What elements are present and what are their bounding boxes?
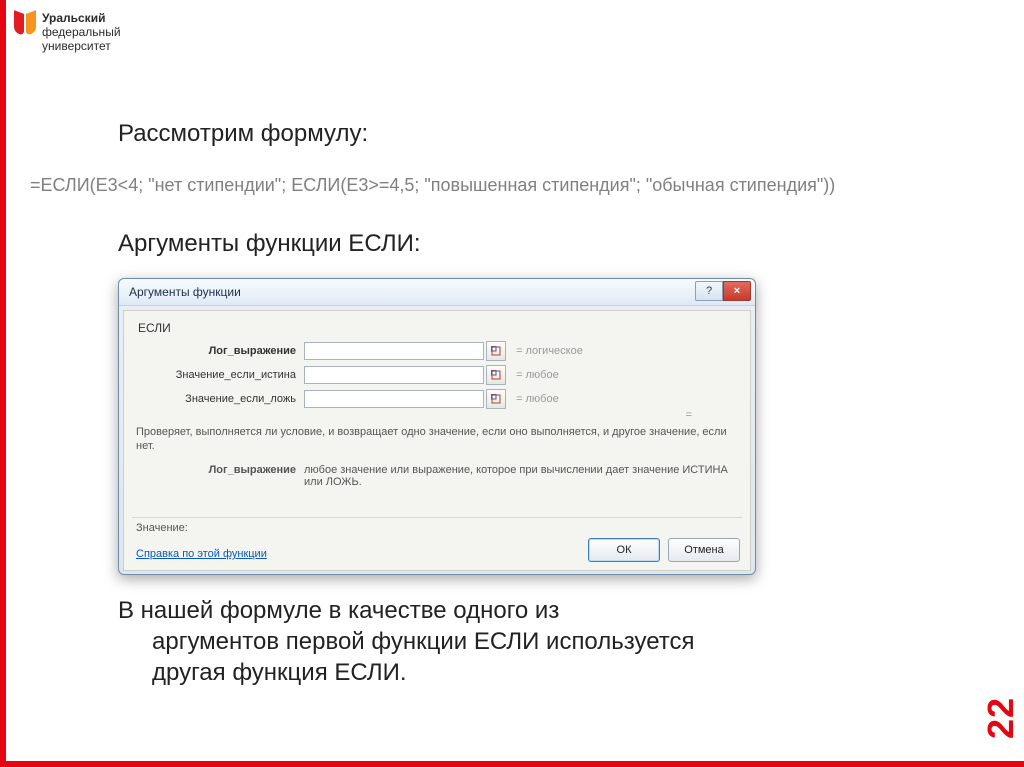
range-selector-icon	[491, 394, 501, 404]
dialog-title: Аргументы функции	[129, 285, 241, 299]
formula-text: =ЕСЛИ(E3<4; "нет стипендии"; ЕСЛИ(E3>=4,…	[30, 175, 1004, 196]
function-help-link[interactable]: Справка по этой функции	[136, 548, 267, 560]
close-button[interactable]: ×	[723, 281, 751, 301]
arg-label-2: Значение_если_ложь	[136, 393, 304, 405]
function-arguments-dialog: Аргументы функции ? × ЕСЛИ Лог_выражение…	[118, 278, 756, 575]
arg-input-1[interactable]	[304, 366, 484, 384]
logo-text: Уральский федеральный университет	[42, 12, 121, 53]
result-eq-marker: =	[686, 409, 692, 421]
logo-line3: университет	[42, 39, 111, 53]
arg-eq-2: = любое	[516, 393, 559, 405]
university-logo: Уральский федеральный университет	[14, 12, 121, 53]
arg-label-0: Лог_выражение	[136, 345, 304, 357]
range-selector-icon	[491, 346, 501, 356]
range-selector-button-1[interactable]	[486, 365, 506, 385]
para-line3: другая функция ЕСЛИ.	[152, 657, 904, 688]
dialog-body: ЕСЛИ Лог_выражение = логическое Значение…	[123, 310, 751, 571]
frame-left	[0, 0, 6, 767]
ok-button[interactable]: ОК	[588, 538, 660, 562]
logo-line1: Уральский	[42, 11, 105, 25]
divider	[132, 517, 742, 518]
help-button[interactable]: ?	[695, 281, 723, 301]
argument-desc-text: любое значение или выражение, которое пр…	[304, 464, 738, 488]
arg-eq-1: = любое	[516, 369, 559, 381]
frame-bottom	[0, 761, 1024, 767]
arg-input-0[interactable]	[304, 342, 484, 360]
result-label: Значение:	[136, 522, 188, 534]
logo-line2: федеральный	[42, 25, 121, 39]
slide-number: 22	[980, 697, 1022, 739]
arg-row-0: Лог_выражение = логическое	[136, 341, 738, 361]
range-selector-button-0[interactable]	[486, 341, 506, 361]
arg-row-2: Значение_если_ложь = любое	[136, 389, 738, 409]
heading-consider-formula: Рассмотрим формулу:	[118, 120, 368, 148]
dialog-titlebar[interactable]: Аргументы функции ? ×	[119, 279, 755, 306]
range-selector-button-2[interactable]	[486, 389, 506, 409]
explanation-paragraph: В нашей формуле в качестве одного из арг…	[118, 595, 904, 689]
arg-label-1: Значение_если_истина	[136, 369, 304, 381]
function-description: Проверяет, выполняется ли условие, и воз…	[136, 425, 738, 454]
logo-mark-icon	[14, 12, 36, 46]
cancel-button[interactable]: Отмена	[668, 538, 740, 562]
heading-arguments: Аргументы функции ЕСЛИ:	[118, 230, 421, 258]
arg-row-1: Значение_если_истина = любое	[136, 365, 738, 385]
argument-description: Лог_выражение любое значение или выражен…	[136, 464, 738, 488]
arg-input-2[interactable]	[304, 390, 484, 408]
function-name: ЕСЛИ	[138, 321, 738, 335]
arg-eq-0: = логическое	[516, 345, 583, 357]
argument-desc-label: Лог_выражение	[136, 464, 304, 488]
range-selector-icon	[491, 370, 501, 380]
para-line2: аргументов первой функции ЕСЛИ используе…	[152, 626, 904, 657]
para-line1: В нашей формуле в качестве одного из	[118, 597, 559, 624]
